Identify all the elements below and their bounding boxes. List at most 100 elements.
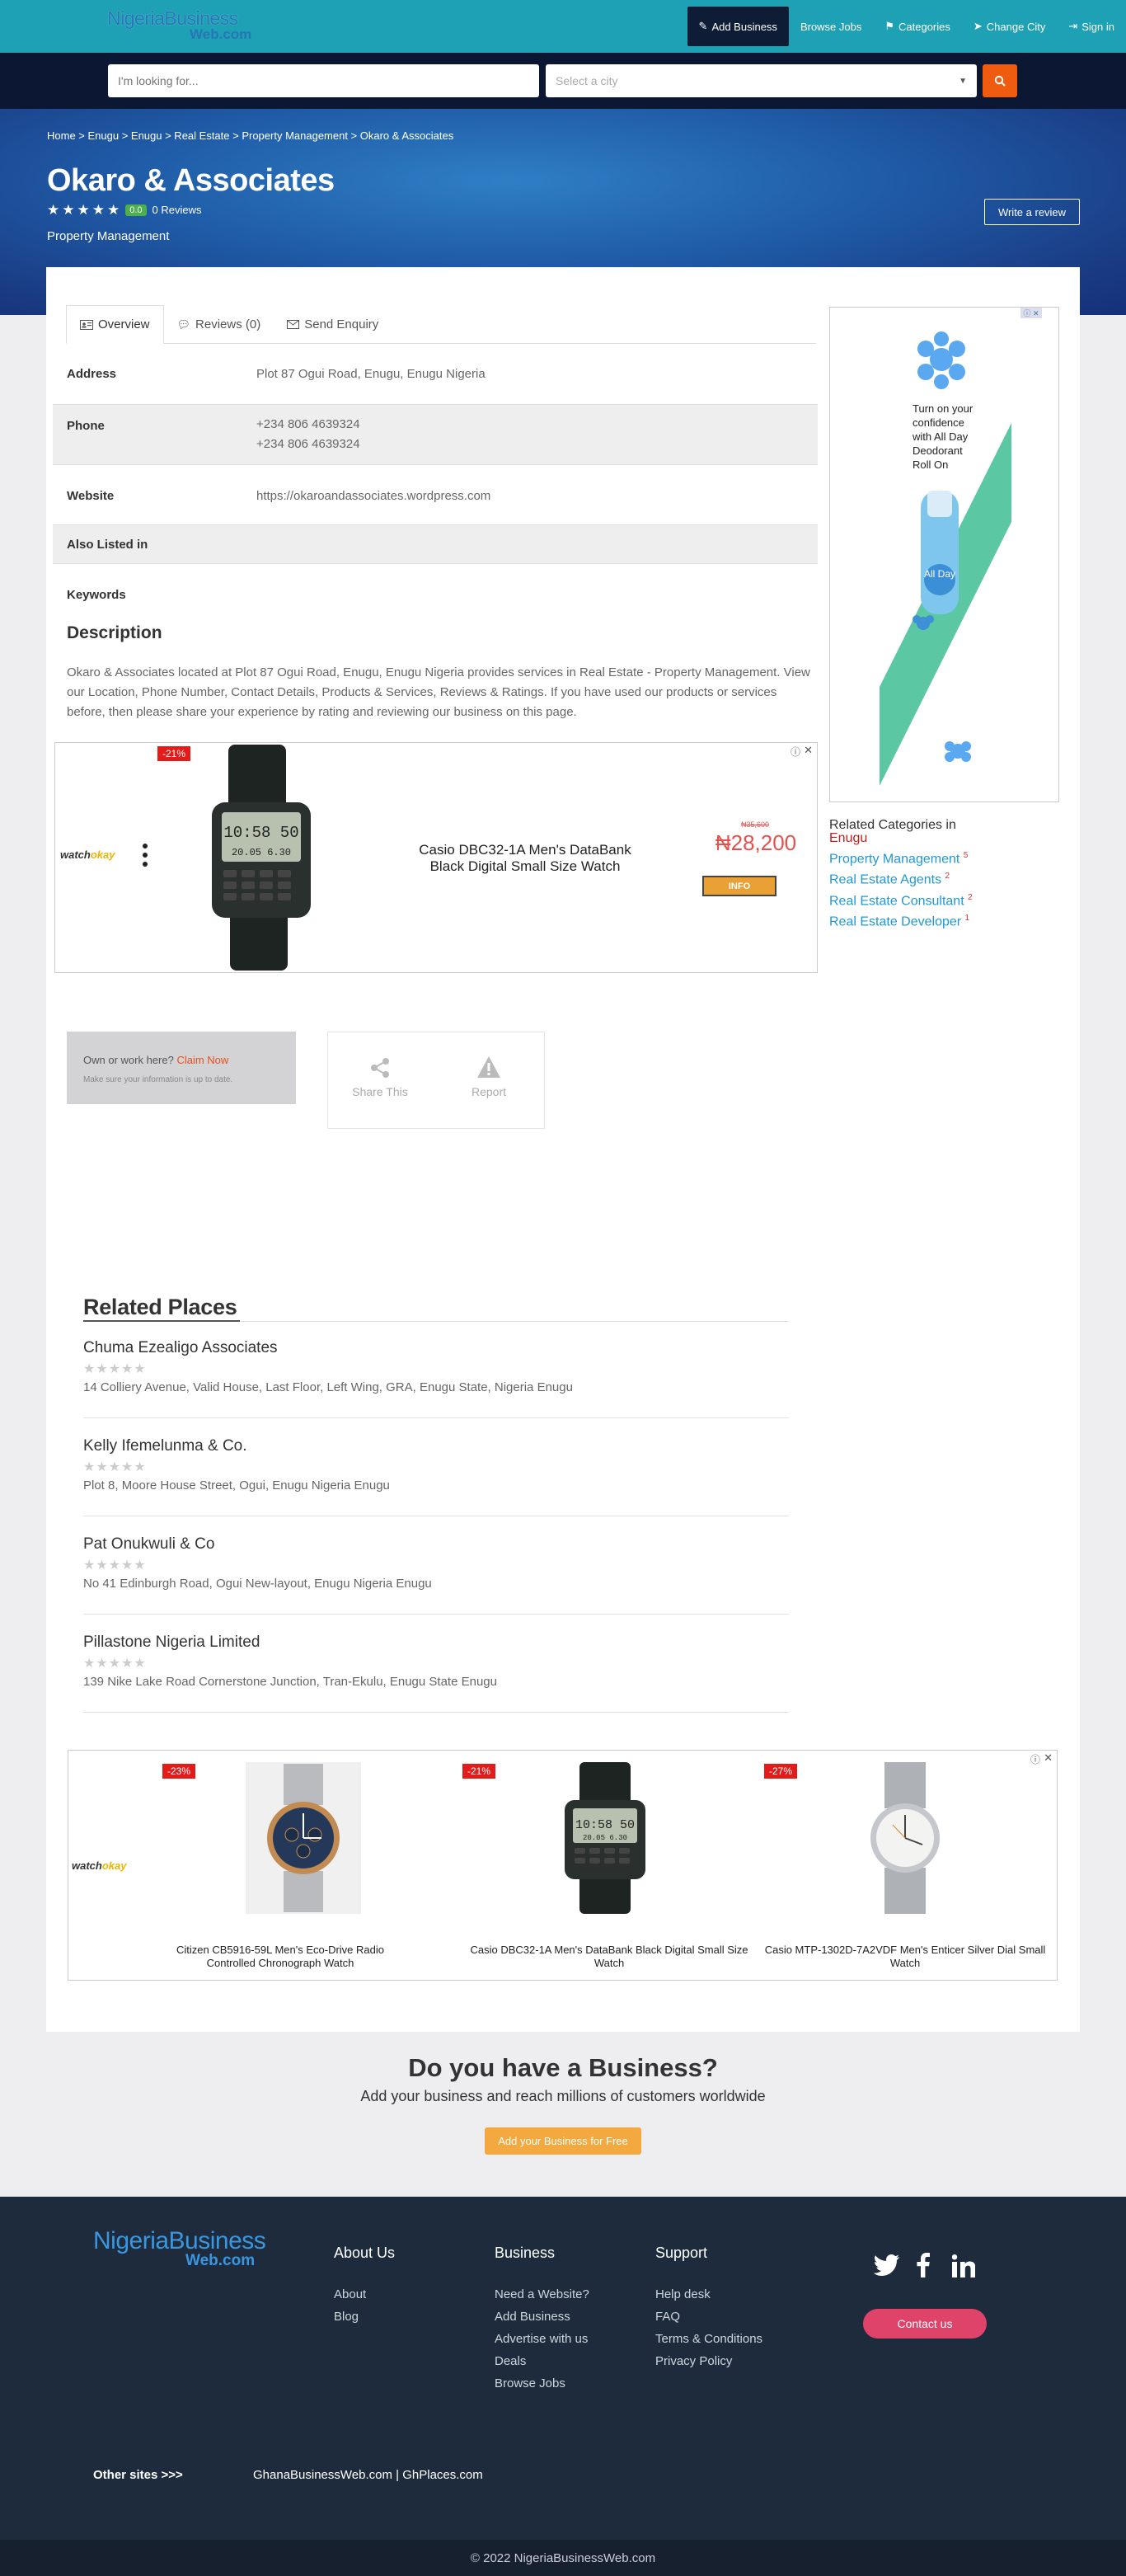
- ad-brand-accent: okay: [101, 1859, 127, 1872]
- sidebar-ad[interactable]: ⓘ ✕ All Day Turn on your confidence with…: [829, 307, 1059, 802]
- product-ad[interactable]: ⓘ ✕ watchokay -21% 10:58 50 20.05 6.30 C…: [54, 742, 818, 973]
- related-place-item: Pillastone Nigeria Limited ★★★★★ 139 Nik…: [83, 1634, 789, 1713]
- website-link[interactable]: https://okaroandassociates.wordpress.com: [256, 489, 490, 503]
- address-label: Address: [67, 366, 117, 381]
- add-business-free-button[interactable]: Add your Business for Free: [485, 2127, 641, 2155]
- related-category-label: Real Estate Developer: [829, 914, 962, 929]
- related-place-name[interactable]: Kelly Ifemelunma & Co.: [83, 1437, 789, 1455]
- tab-overview[interactable]: Overview: [66, 305, 164, 344]
- ad-info-button[interactable]: INFO: [702, 876, 776, 896]
- rating-stars: ★★★★★: [83, 1558, 147, 1572]
- address-row: Address Plot 87 Ogui Road, Enugu, Enugu …: [53, 355, 818, 393]
- breadcrumb[interactable]: Home > Enugu > Enugu > Real Estate > Pro…: [47, 129, 453, 142]
- related-category-link[interactable]: Real Estate Agents 2: [829, 872, 973, 887]
- search-bar: Select a city ▼: [0, 53, 1126, 109]
- ad-close-icon[interactable]: ✕: [804, 744, 813, 757]
- tab-label: Reviews (0): [195, 317, 261, 331]
- watch-image: 10:58 50 20.05 6.30: [212, 745, 311, 971]
- twitter-icon[interactable]: [873, 2254, 900, 2280]
- rating-stars: ★★★★★: [83, 1460, 147, 1474]
- ad-product-name: Casio MTP-1302D-7A2VDF Men's Enticer Sil…: [764, 1944, 1046, 1969]
- business-category[interactable]: Property Management: [47, 229, 169, 243]
- nav-add-business[interactable]: ✎ Add Business: [687, 7, 789, 46]
- related-place-name[interactable]: Chuma Ezealigo Associates: [83, 1339, 789, 1357]
- contact-us-button[interactable]: Contact us: [863, 2309, 987, 2339]
- related-place-name[interactable]: Pillastone Nigeria Limited: [83, 1634, 789, 1652]
- other-site-link[interactable]: GhPlaces.com: [402, 2468, 483, 2482]
- ad-brand-logo: watchokay: [60, 848, 115, 861]
- phone-number[interactable]: +234 806 4639324: [256, 435, 360, 454]
- svg-text:20.05 6.30: 20.05 6.30: [232, 847, 291, 858]
- claim-box: Own or work here? Claim Now Make sure yo…: [67, 1032, 296, 1104]
- discount-badge: -21%: [157, 746, 191, 761]
- footer-link[interactable]: Need a Website?: [495, 2287, 589, 2301]
- related-place-item: Kelly Ifemelunma & Co. ★★★★★ Plot 8, Moo…: [83, 1437, 789, 1516]
- tab-send-enquiry[interactable]: Send Enquiry: [274, 305, 392, 344]
- nav-change-city[interactable]: ➤ Change City: [962, 7, 1057, 46]
- footer-link[interactable]: About: [334, 2287, 366, 2301]
- search-input[interactable]: [108, 64, 539, 97]
- keywords-label: Keywords: [67, 587, 126, 602]
- footer-link[interactable]: Blog: [334, 2310, 359, 2324]
- city-select[interactable]: Select a city ▼: [546, 64, 977, 97]
- related-category-count: 1: [964, 913, 970, 923]
- site-logo[interactable]: NigeriaBusiness Web.com: [107, 7, 264, 45]
- footer-logo[interactable]: NigeriaBusiness Web.com: [93, 2228, 274, 2269]
- write-review-button[interactable]: Write a review: [984, 199, 1080, 225]
- product-carousel-ad[interactable]: ⓘ ✕ watchokay -23% Citizen CB5916-59L Me…: [68, 1750, 1058, 1981]
- footer-link[interactable]: Add Business: [495, 2310, 570, 2324]
- footer-link[interactable]: Deals: [495, 2354, 526, 2368]
- more-options-icon[interactable]: [143, 844, 148, 873]
- search-icon: [994, 75, 1006, 87]
- review-count[interactable]: 0 Reviews: [152, 204, 202, 216]
- related-place-item: Pat Onukwuli & Co ★★★★★ No 41 Edinburgh …: [83, 1535, 789, 1615]
- footer-link[interactable]: Terms & Conditions: [655, 2332, 762, 2346]
- related-category-link[interactable]: Real Estate Developer 1: [829, 914, 973, 929]
- watch-image: 10:58 50 20.05 6.30: [565, 1762, 645, 1914]
- id-card-icon: [80, 319, 93, 330]
- nav-categories[interactable]: ⚑ Categories: [873, 7, 962, 46]
- related-place-name[interactable]: Pat Onukwuli & Co: [83, 1535, 789, 1554]
- claim-now-link[interactable]: Claim Now: [176, 1054, 228, 1066]
- footer-link[interactable]: FAQ: [655, 2310, 680, 2324]
- ad-brand-accent: okay: [90, 848, 115, 861]
- ad-product-card[interactable]: -23% Citizen CB5916-59L Men's Eco-Drive …: [161, 1756, 400, 1974]
- flag-icon: ⚑: [884, 20, 895, 32]
- footer-business-title: Business: [495, 2245, 556, 2261]
- envelope-icon: [287, 320, 300, 329]
- related-category-link[interactable]: Real Estate Consultant 2: [829, 893, 973, 909]
- nav-sign-in[interactable]: ⇥ Sign in: [1057, 7, 1126, 46]
- related-place-address: 139 Nike Lake Road Cornerstone Junction,…: [83, 1675, 497, 1689]
- footer-link[interactable]: Browse Jobs: [495, 2376, 565, 2390]
- share-report-box: Share This Report: [327, 1032, 545, 1129]
- related-places-title: Related Places: [83, 1295, 237, 1319]
- phone-number[interactable]: +234 806 4639324: [256, 415, 360, 435]
- ad-brand-logo: watchokay: [72, 1859, 126, 1872]
- ad-product-card[interactable]: -21% 10:58 50 20.05 6.30 Casio DBC32-1A …: [461, 1756, 758, 1974]
- watch-image: [246, 1762, 361, 1914]
- ad-price: ₦28,200: [715, 830, 797, 855]
- sidebar-ad-text: Turn on your confidence with All Day Deo…: [913, 402, 974, 471]
- facebook-icon[interactable]: [917, 2253, 930, 2282]
- ad-brand-name: watch: [60, 848, 91, 861]
- related-category-link[interactable]: Property Management 5: [829, 851, 973, 867]
- footer-link[interactable]: Help desk: [655, 2287, 711, 2301]
- related-categories-city: Enugu: [829, 831, 868, 845]
- related-place-address: No 41 Edinburgh Road, Ogui New-layout, E…: [83, 1577, 432, 1591]
- search-button[interactable]: [983, 64, 1017, 97]
- other-sites-label: Other sites >>>: [93, 2468, 183, 2482]
- top-navbar: NigeriaBusiness Web.com ✎ Add Business B…: [0, 0, 1126, 53]
- tab-reviews[interactable]: 💬︎ Reviews (0): [164, 305, 274, 344]
- share-button[interactable]: Share This: [351, 1057, 409, 1098]
- footer-link[interactable]: Advertise with us: [495, 2332, 588, 2346]
- description-title: Description: [67, 623, 162, 642]
- other-site-link[interactable]: GhanaBusinessWeb.com: [253, 2468, 392, 2482]
- ad-info-icon[interactable]: ⓘ: [791, 745, 800, 759]
- footer-link[interactable]: Privacy Policy: [655, 2354, 732, 2368]
- ad-product-name[interactable]: Casio DBC32-1A Men's DataBank Black Digi…: [401, 842, 649, 875]
- nav-browse-jobs[interactable]: Browse Jobs: [789, 7, 873, 46]
- linkedin-icon[interactable]: [951, 2254, 976, 2282]
- report-button[interactable]: Report: [460, 1055, 518, 1098]
- star-icon: ★: [107, 202, 120, 218]
- ad-product-card[interactable]: -27% Casio MTP-1302D-7A2VDF Men's Entice…: [761, 1756, 1049, 1974]
